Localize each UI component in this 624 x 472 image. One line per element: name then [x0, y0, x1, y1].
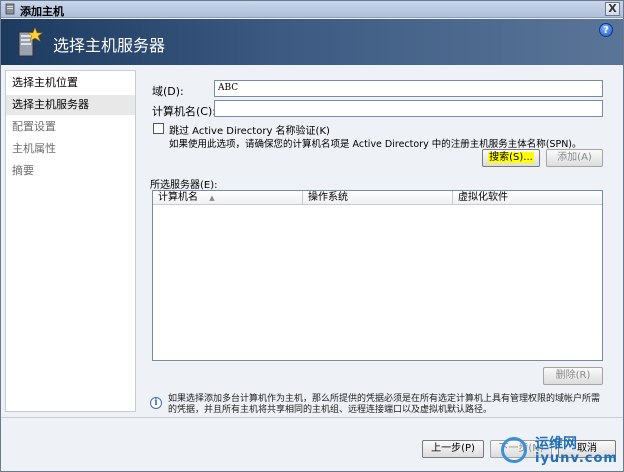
domain-input[interactable]: ABC [214, 80, 603, 97]
step-configure-settings: 配置设置 [12, 120, 56, 133]
wizard-steps: 选择主机位置 选择主机服务器 配置设置 主机属性 摘要 [5, 70, 136, 412]
info-text: 如果选择添加多台计算机作为主机，那么所提供的凭据必须是在所有选定计算机上具有管理… [168, 394, 601, 415]
step-select-host-servers[interactable]: 选择主机服务器 [6, 95, 135, 115]
selected-servers-list[interactable]: 计算机名 ▲ 操作系统 虚拟化软件 [152, 190, 603, 361]
info-icon: i [150, 397, 162, 409]
wizard-footer: 上一步(P) 下一步(N) 取消 运维网 iyunv.com [1, 417, 623, 471]
selected-servers-label: 所选服务器(E): [150, 180, 218, 191]
previous-button[interactable]: 上一步(P) [422, 440, 484, 458]
watermark-text-url: iyunv.com [535, 451, 618, 466]
sort-up-icon: ▲ [209, 194, 215, 202]
step-summary: 摘要 [12, 164, 34, 177]
watermark-text-cn: 运维网 [535, 436, 577, 452]
main-content: 域(D): ABC 计算机名(C): 跳过 Active Directory 名… [141, 70, 621, 415]
help-icon[interactable]: ? [599, 23, 613, 37]
window-title: 添加主机 [20, 5, 64, 18]
step-select-host-location[interactable]: 选择主机位置 [6, 73, 135, 93]
column-os[interactable]: 操作系统 [303, 191, 453, 205]
column-virtualization[interactable]: 虚拟化软件 [453, 191, 602, 205]
domain-label: 域(D): [152, 85, 184, 98]
step-host-properties: 主机属性 [12, 142, 56, 155]
search-button[interactable]: 搜索(S)... [482, 149, 540, 167]
computer-name-label: 计算机名(C): [152, 105, 216, 118]
page-title: 选择主机服务器 [53, 36, 166, 55]
computer-name-input[interactable] [214, 100, 603, 117]
watermark-logo-icon [501, 437, 527, 463]
remove-button: 删除(R) [543, 367, 603, 385]
skip-ad-hint: 如果使用此选项，请确保您的计算机名项是 Active Directory 中的注… [169, 139, 582, 150]
close-button[interactable]: X [605, 2, 620, 16]
add-button: 添加(A) [546, 149, 603, 167]
title-bar[interactable]: 添加主机 X [1, 1, 623, 18]
server-icon [5, 3, 15, 15]
skip-ad-label[interactable]: 跳过 Active Directory 名称验证(K) [169, 122, 330, 137]
list-header: 计算机名 ▲ 操作系统 虚拟化软件 [153, 191, 602, 205]
watermark: 运维网 iyunv.com [501, 433, 619, 469]
column-computer-name[interactable]: 计算机名 ▲ [153, 191, 303, 205]
search-button-label: 搜索(S)... [488, 152, 534, 163]
add-host-dialog: 添加主机 X 选择主机服务器 ? 选择主机位置 选择主机服务器 配置设置 主机属… [0, 0, 624, 472]
skip-ad-checkbox[interactable] [153, 123, 164, 134]
info-message: i 如果选择添加多台计算机作为主机，那么所提供的凭据必须是在所有选定计算机上具有… [150, 393, 610, 417]
host-server-icon [18, 27, 43, 57]
header-banner: 选择主机服务器 ? [1, 19, 623, 65]
